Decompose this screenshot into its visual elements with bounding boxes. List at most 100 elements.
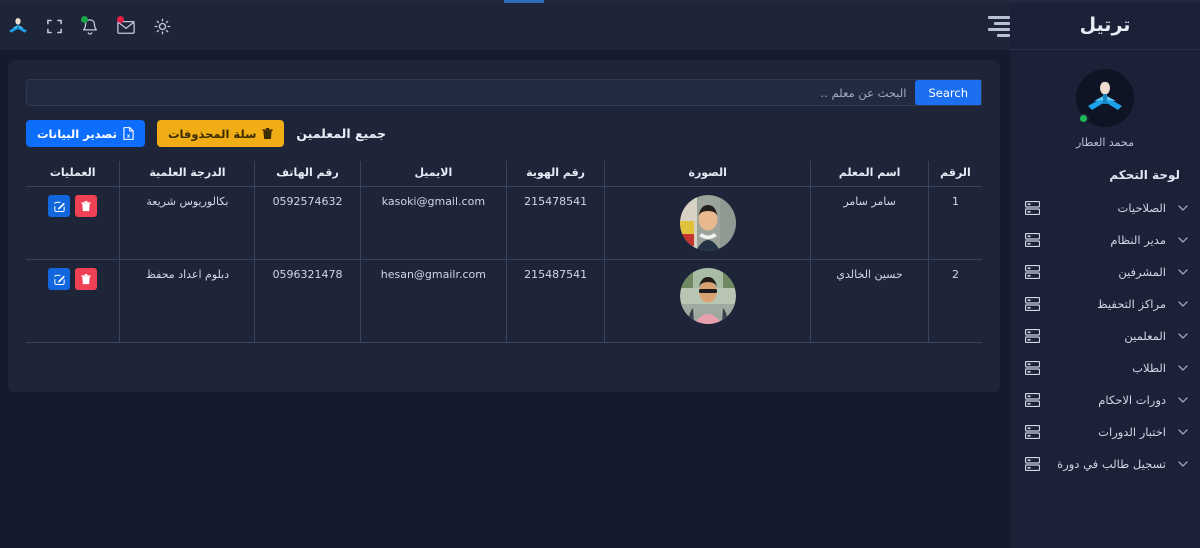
envelope-icon[interactable] bbox=[108, 11, 144, 43]
hamburger-icon[interactable] bbox=[988, 16, 1010, 37]
server-icon bbox=[1024, 425, 1040, 439]
column-header-email[interactable]: الايميل bbox=[359, 161, 507, 187]
search-input[interactable] bbox=[27, 80, 916, 105]
cell-photo bbox=[604, 259, 811, 343]
chevron-down-icon bbox=[1176, 267, 1188, 277]
server-icon bbox=[1024, 201, 1040, 215]
top-header bbox=[0, 3, 1010, 50]
cell-name: حسين الخالدي bbox=[810, 259, 929, 343]
sidebar-item-ahkam-courses[interactable]: دورات الاحكام bbox=[1010, 384, 1200, 416]
column-header-photo[interactable]: الصورة bbox=[604, 161, 811, 187]
column-header-id[interactable]: رقم الهوية bbox=[506, 161, 605, 187]
sidebar-item-teachers[interactable]: المعلمين bbox=[1010, 320, 1200, 352]
export-data-button[interactable]: x تصدير البيانات bbox=[26, 120, 145, 147]
page-title: جميع المعلمين bbox=[296, 126, 387, 141]
header-icon-group bbox=[0, 11, 180, 43]
chevron-down-icon bbox=[1176, 331, 1188, 341]
teachers-panel: Search جميع المعلمين سلة المحذوفات bbox=[8, 60, 1000, 392]
cell-email: hesan@gmailr.com bbox=[359, 259, 507, 343]
fullscreen-icon[interactable] bbox=[36, 11, 72, 43]
brightness-icon[interactable] bbox=[144, 11, 180, 43]
search-button[interactable]: Search bbox=[915, 80, 981, 105]
column-header-name[interactable]: اسم المعلم bbox=[810, 161, 929, 187]
table-head: الرقم اسم المعلم الصورة رقم الهوية الايم… bbox=[26, 161, 982, 187]
sidebar-item-students[interactable]: الطلاب bbox=[1010, 352, 1200, 384]
svg-text:x: x bbox=[127, 134, 131, 140]
column-header-degree[interactable]: الدرجة العلمية bbox=[119, 161, 255, 187]
bell-badge bbox=[81, 15, 88, 23]
app-logo-icon[interactable] bbox=[0, 11, 36, 43]
sidebar-item-label: المعلمين bbox=[1124, 329, 1166, 343]
brand-title: ترتيل bbox=[1079, 13, 1131, 36]
teacher-photo bbox=[679, 268, 736, 324]
sidebar-item-enroll-student-in-course[interactable]: تسجيل طالب في دورة bbox=[1010, 448, 1200, 480]
sidebar-item-label: المشرفين bbox=[1118, 265, 1166, 279]
file-export-icon: x bbox=[123, 127, 134, 140]
export-data-label: تصدير البيانات bbox=[37, 126, 117, 141]
server-icon bbox=[1024, 297, 1040, 311]
cell-degree: دبلوم اعداد محفظ bbox=[119, 259, 255, 343]
profile-name: محمد العطار bbox=[1075, 136, 1135, 149]
sidebar-item-label: مدير النظام bbox=[1110, 233, 1166, 247]
cell-degree: بكالوريوس شريعة bbox=[119, 186, 255, 260]
table-header-row: الرقم اسم المعلم الصورة رقم الهوية الايم… bbox=[26, 161, 982, 187]
sidebar: ترتيل محمد العطار لوحة التحكم الصلاحيات … bbox=[1010, 0, 1200, 548]
server-icon bbox=[1024, 329, 1040, 343]
trash-icon bbox=[262, 127, 274, 140]
avatar[interactable] bbox=[1076, 69, 1134, 127]
chevron-down-icon bbox=[1176, 459, 1188, 469]
delete-row-button[interactable] bbox=[75, 195, 98, 217]
sidebar-item-label: الطلاب bbox=[1132, 361, 1166, 375]
cell-phone: 0592574632 bbox=[254, 186, 361, 260]
edit-row-button[interactable] bbox=[48, 195, 71, 217]
column-header-phone[interactable]: رقم الهاتف bbox=[254, 161, 361, 187]
teachers-table: الرقم اسم المعلم الصورة رقم الهوية الايم… bbox=[26, 161, 982, 343]
sidebar-brand[interactable]: ترتيل bbox=[1010, 0, 1200, 50]
deleted-items-label: سلة المحذوفات bbox=[167, 126, 257, 141]
cell-id-number: 215478541 bbox=[506, 186, 605, 260]
cell-operations bbox=[26, 186, 120, 260]
search-bar: Search bbox=[26, 79, 982, 106]
server-icon bbox=[1024, 233, 1040, 247]
teacher-photo bbox=[679, 195, 736, 251]
delete-row-button[interactable] bbox=[75, 268, 98, 290]
sidebar-item-permissions[interactable]: الصلاحيات bbox=[1010, 192, 1200, 224]
bell-icon[interactable] bbox=[72, 11, 108, 43]
cell-name: سامر سامر bbox=[810, 186, 929, 260]
sidebar-item-course-exams[interactable]: اختبار الدورات bbox=[1010, 416, 1200, 448]
table-row[interactable]: 1 سامر سامر 215478541 kasoki@gmail.com 0… bbox=[26, 186, 982, 260]
chevron-down-icon bbox=[1176, 427, 1188, 437]
sidebar-item-system-admin[interactable]: مدير النظام bbox=[1010, 224, 1200, 256]
table-body: 1 سامر سامر 215478541 kasoki@gmail.com 0… bbox=[26, 186, 982, 343]
panel-toolbar: جميع المعلمين سلة المحذوفات x تصدير البي… bbox=[26, 120, 982, 147]
cell-phone: 0596321478 bbox=[254, 259, 361, 343]
cell-photo bbox=[604, 186, 811, 260]
sidebar-item-memorization-centers[interactable]: مراكز التحفيظ bbox=[1010, 288, 1200, 320]
chevron-down-icon bbox=[1176, 203, 1188, 213]
teachers-table-wrapper: الرقم اسم المعلم الصورة رقم الهوية الايم… bbox=[26, 161, 982, 343]
edit-row-button[interactable] bbox=[48, 268, 71, 290]
app-root: ترتيل محمد العطار لوحة التحكم الصلاحيات … bbox=[0, 0, 1200, 548]
cell-id-number: 215487541 bbox=[506, 259, 605, 343]
deleted-items-button[interactable]: سلة المحذوفات bbox=[156, 120, 285, 147]
sidebar-item-label: تسجيل طالب في دورة bbox=[1057, 457, 1166, 471]
sidebar-menu: لوحة التحكم الصلاحيات مدير النظام المشرف… bbox=[1010, 162, 1200, 480]
server-icon bbox=[1024, 457, 1040, 471]
envelope-badge bbox=[117, 15, 124, 23]
cell-num: 2 bbox=[927, 259, 982, 343]
row-actions bbox=[36, 195, 109, 217]
server-icon bbox=[1024, 361, 1040, 375]
column-header-num[interactable]: الرقم bbox=[927, 161, 982, 187]
sidebar-item-label: مراكز التحفيظ bbox=[1097, 297, 1166, 311]
cell-email: kasoki@gmail.com bbox=[359, 186, 507, 260]
sidebar-item-label: دورات الاحكام bbox=[1098, 393, 1166, 407]
menu-heading-dashboard[interactable]: لوحة التحكم bbox=[1010, 162, 1200, 192]
sidebar-item-label: الصلاحيات bbox=[1117, 201, 1166, 215]
column-header-ops[interactable]: العمليات bbox=[26, 161, 120, 187]
online-status-dot bbox=[1078, 113, 1089, 124]
table-row[interactable]: 2 حسين الخالدي 215487541 hesan@gmailr.co… bbox=[26, 259, 982, 343]
chevron-down-icon bbox=[1176, 299, 1188, 309]
chevron-down-icon bbox=[1176, 363, 1188, 373]
chevron-down-icon bbox=[1176, 395, 1188, 405]
sidebar-item-supervisors[interactable]: المشرفين bbox=[1010, 256, 1200, 288]
